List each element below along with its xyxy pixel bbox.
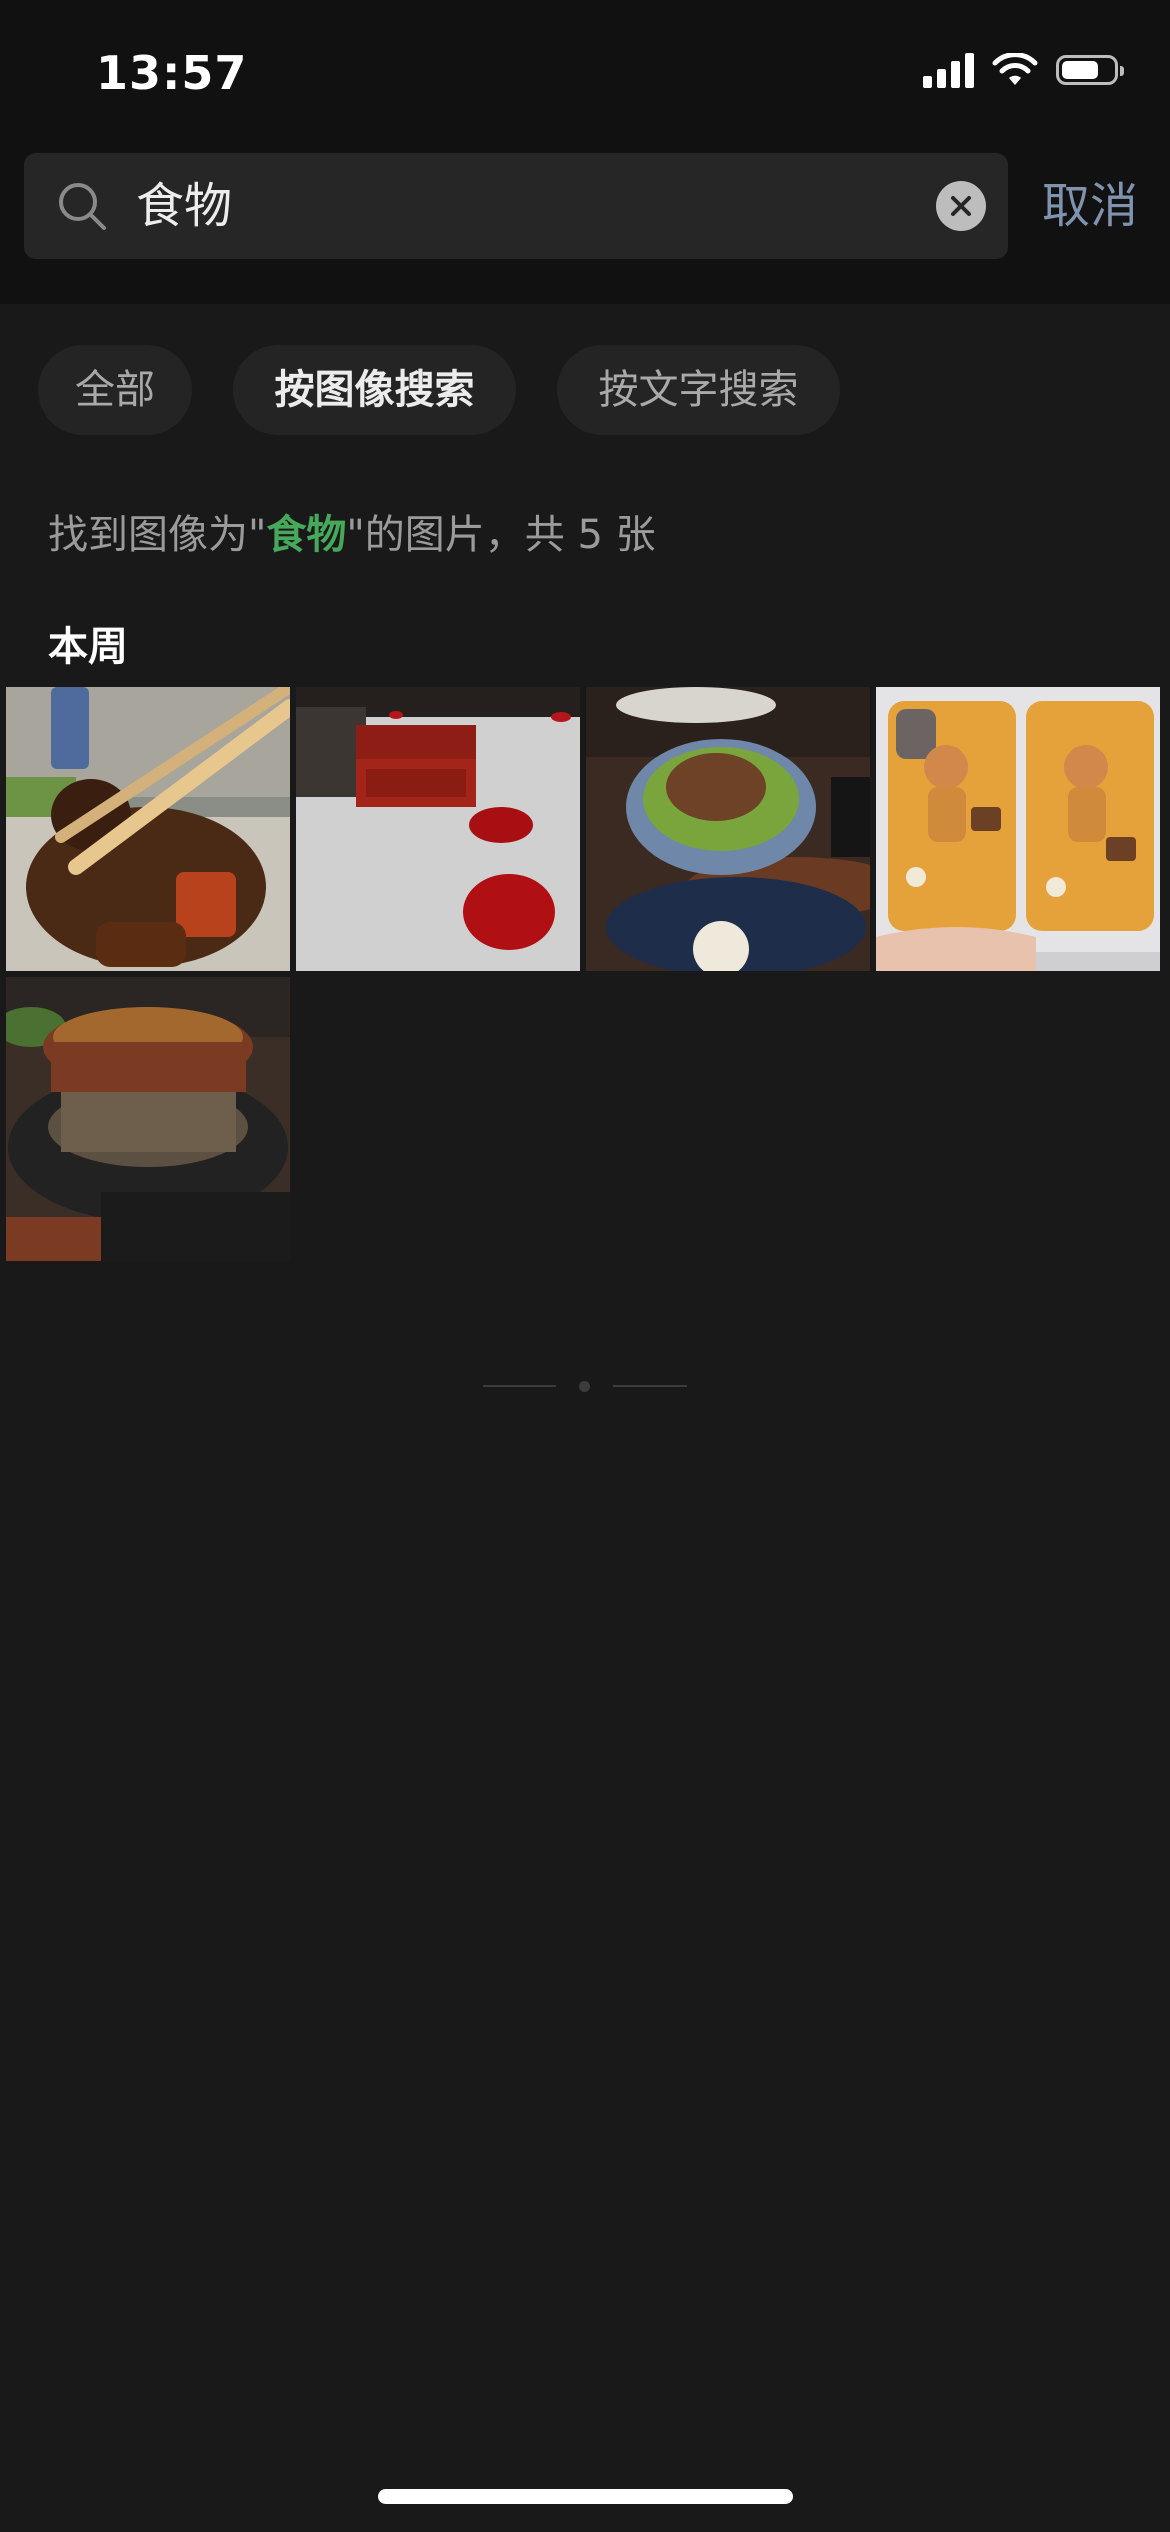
end-divider-left bbox=[483, 1385, 556, 1387]
photo-thumbnail[interactable] bbox=[6, 687, 290, 971]
status-time: 13:57 bbox=[96, 46, 248, 100]
photo-thumbnail[interactable] bbox=[296, 687, 580, 971]
cellular-signal-icon bbox=[923, 52, 974, 88]
photo-clay-pot bbox=[6, 977, 290, 1261]
result-keyword: 食物 bbox=[266, 512, 347, 558]
filter-search-by-image[interactable]: 按图像搜索 bbox=[233, 345, 516, 435]
cancel-button[interactable]: 取消 bbox=[1042, 170, 1138, 242]
clear-search-button[interactable] bbox=[936, 181, 986, 231]
photo-thumbnail[interactable] bbox=[6, 977, 290, 1261]
photo-phone-cases bbox=[876, 687, 1160, 971]
photo-salad-bowl bbox=[586, 687, 870, 971]
photo-thumbnail[interactable] bbox=[876, 687, 1160, 971]
battery-level bbox=[1062, 61, 1099, 79]
end-divider-dot bbox=[579, 1381, 590, 1392]
wifi-icon bbox=[992, 53, 1038, 85]
home-indicator[interactable] bbox=[378, 2489, 793, 2504]
result-suffix: "的图片，共 5 张 bbox=[346, 512, 656, 558]
filter-search-by-text[interactable]: 按文字搜索 bbox=[557, 345, 840, 435]
search-bar[interactable] bbox=[24, 153, 1008, 259]
search-input[interactable] bbox=[136, 153, 916, 259]
header: 13:57 取消 bbox=[0, 0, 1170, 304]
photo-braised-food-chopsticks bbox=[6, 687, 290, 971]
photo-thumbnail[interactable] bbox=[586, 687, 870, 971]
battery-icon bbox=[1056, 55, 1124, 85]
photo-red-box-petals bbox=[296, 687, 580, 971]
close-icon bbox=[951, 196, 971, 216]
search-icon bbox=[59, 183, 106, 230]
status-icons bbox=[923, 52, 1124, 88]
section-title: 本周 bbox=[48, 624, 128, 670]
filter-all[interactable]: 全部 bbox=[38, 345, 192, 435]
result-summary: 找到图像为"食物"的图片，共 5 张 bbox=[48, 502, 656, 560]
result-prefix: 找到图像为" bbox=[48, 512, 267, 558]
end-divider-right bbox=[613, 1385, 687, 1387]
